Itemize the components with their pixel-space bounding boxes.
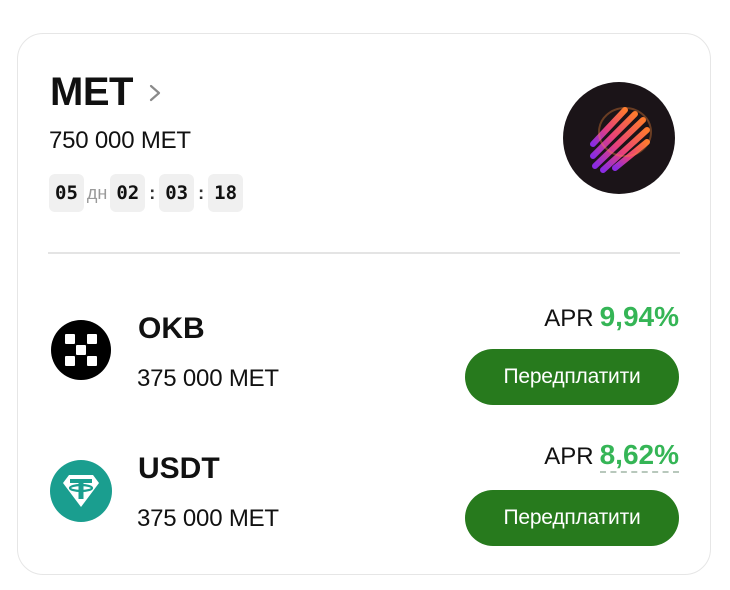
pool-name-usdt: USDT [138,452,220,485]
apr-usdt[interactable]: APR 8,62% [544,439,679,473]
launchpool-card: MET 750 000 MET 05 дн 02 : 03 : 18 OKB 3… [17,33,711,575]
title-link[interactable]: MET [50,70,163,114]
okb-icon [51,320,111,380]
pool-name-okb: OKB [138,312,205,345]
pool-amount-okb: 375 000 MET [137,365,279,392]
chevron-right-icon [149,84,161,102]
timer-days-unit: дн [86,182,108,203]
usdt-icon [50,460,112,522]
apr-label: APR [544,305,594,332]
prepay-button-usdt[interactable]: Передплатити [465,490,679,546]
timer-separator: : [149,182,156,203]
timer-hours: 02 [110,174,146,212]
timer-seconds: 18 [208,174,244,212]
apr-okb: APR 9,94% [544,302,679,334]
apr-value-okb: 9,94% [599,301,679,332]
countdown-timer: 05 дн 02 : 03 : 18 [49,174,244,212]
timer-minutes: 03 [159,174,195,212]
section-divider [48,252,680,254]
token-title: MET [50,70,133,114]
apr-value-usdt[interactable]: 8,62% [599,439,679,473]
pool-amount-usdt: 375 000 MET [137,505,279,532]
prepay-button-okb[interactable]: Передплатити [465,349,679,405]
timer-days: 05 [49,174,84,212]
total-amount: 750 000 MET [49,127,191,154]
apr-label: APR [544,443,594,470]
met-logo-icon [563,82,675,194]
timer-separator: : [198,182,205,203]
